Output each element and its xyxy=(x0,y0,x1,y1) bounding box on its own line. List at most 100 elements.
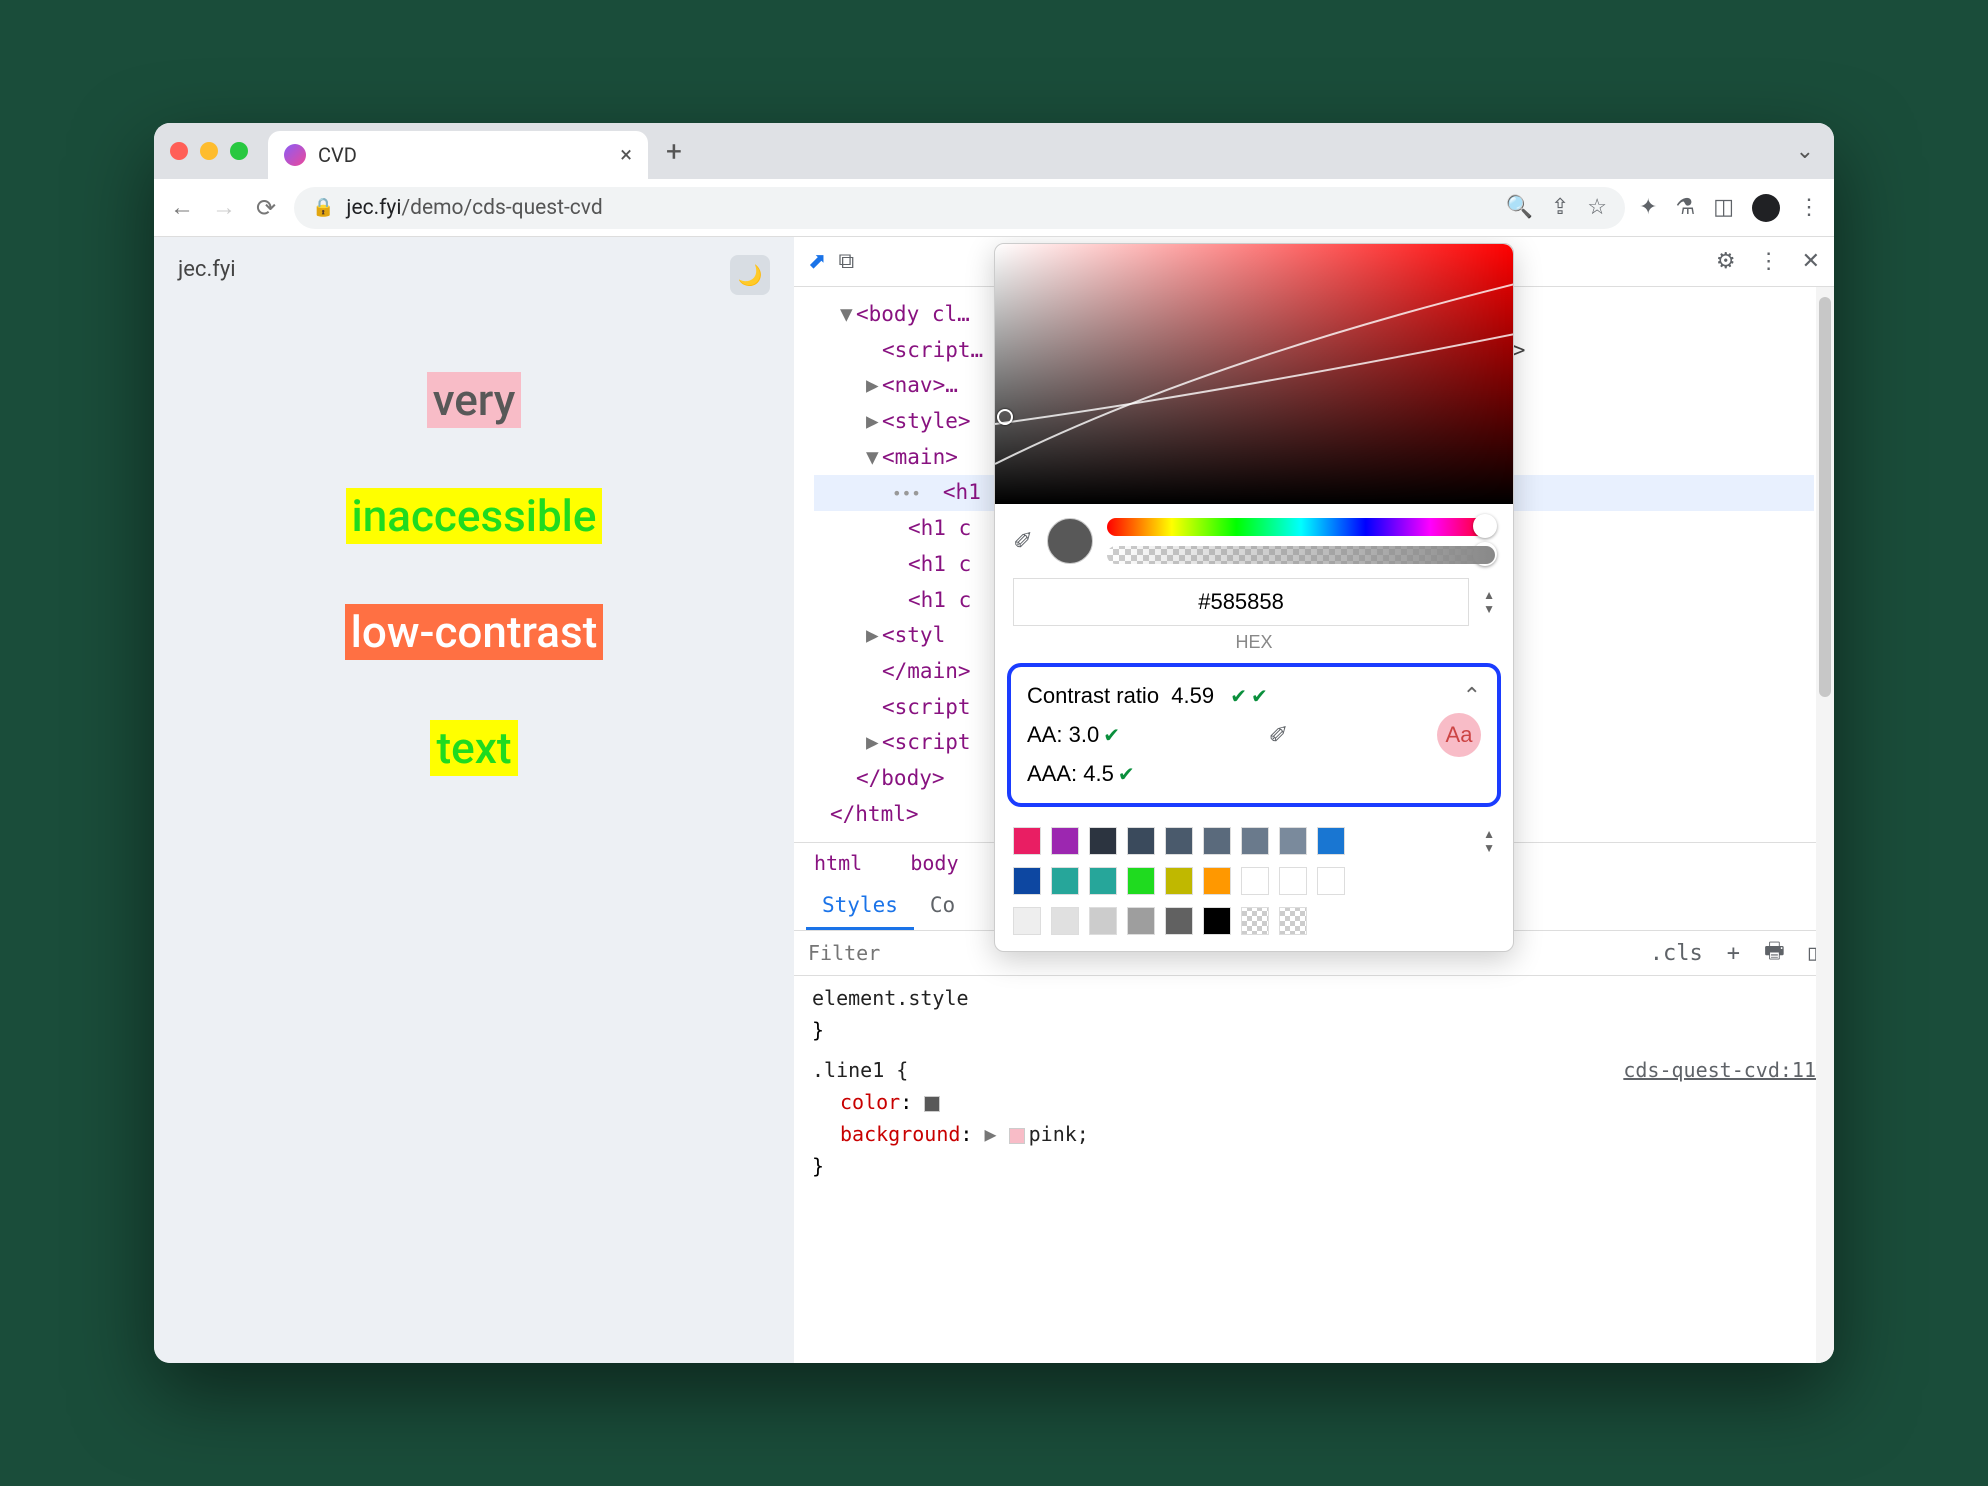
check-icon: ✔ xyxy=(1118,764,1135,786)
contrast-label: Contrast ratio xyxy=(1027,683,1159,708)
omnibox-actions: 🔍 ⇪ ☆ xyxy=(1505,195,1607,220)
palette-row: ▲▼ xyxy=(995,821,1513,861)
palette-swatch[interactable] xyxy=(1279,827,1307,855)
check-icon: ✔ xyxy=(1251,684,1268,709)
color-spectrum[interactable] xyxy=(995,244,1513,504)
palette-swatch[interactable] xyxy=(1051,867,1079,895)
palette-swatch[interactable] xyxy=(1279,867,1307,895)
close-window-button[interactable] xyxy=(170,142,188,160)
browser-menu-icon[interactable]: ⋮ xyxy=(1798,195,1820,220)
reload-button[interactable]: ⟳ xyxy=(252,194,280,222)
labs-icon[interactable]: ⚗ xyxy=(1675,195,1695,220)
zoom-icon[interactable]: 🔍 xyxy=(1505,195,1532,220)
forward-button[interactable]: → xyxy=(210,193,238,222)
style-declaration[interactable]: background: ▶ pink; xyxy=(812,1118,1816,1150)
cls-button[interactable]: .cls xyxy=(1638,941,1715,966)
palette-swatch[interactable] xyxy=(1051,907,1079,935)
rule-source-link[interactable]: cds-quest-cvd:11 xyxy=(1623,1054,1816,1086)
aaa-label: AAA: xyxy=(1027,761,1077,786)
collapse-icon[interactable]: ⌃ xyxy=(1463,683,1481,709)
rule-selector: .line1 { xyxy=(812,1058,908,1082)
spectrum-cursor[interactable] xyxy=(997,409,1013,425)
browser-window: CVD × + ⌄ ← → ⟳ 🔒 jec.fyi/demo/cds-quest… xyxy=(154,123,1834,1363)
hex-label: HEX xyxy=(995,632,1513,653)
palette-swatch[interactable] xyxy=(1317,867,1345,895)
rule-close-brace: } xyxy=(812,1150,1816,1182)
new-style-button[interactable]: + xyxy=(1715,941,1752,966)
eyedropper-icon[interactable]: ✐ xyxy=(1013,527,1033,556)
line2: inaccessible xyxy=(346,488,603,544)
side-panel-icon[interactable]: ◫ xyxy=(1713,195,1734,220)
palette-swatch[interactable] xyxy=(1241,827,1269,855)
device-toggle-icon[interactable]: ⧉ xyxy=(838,249,854,274)
site-title: jec.fyi xyxy=(178,257,770,282)
aa-threshold: 3.0 xyxy=(1069,722,1100,747)
palette-swatch[interactable] xyxy=(1241,867,1269,895)
profile-avatar[interactable] xyxy=(1752,194,1780,222)
palette-swatch[interactable] xyxy=(1165,907,1193,935)
line1: very xyxy=(427,372,522,428)
palette-swatch[interactable] xyxy=(1013,907,1041,935)
extensions-area: ✦ ⚗ ◫ ⋮ xyxy=(1639,194,1820,222)
format-stepper[interactable]: ▲▼ xyxy=(1483,588,1495,616)
palette-swatch[interactable] xyxy=(1127,827,1155,855)
browser-tab[interactable]: CVD × xyxy=(268,131,648,179)
minimize-window-button[interactable] xyxy=(200,142,218,160)
new-tab-button[interactable]: + xyxy=(666,135,682,168)
line4: text xyxy=(430,720,517,776)
palette-swatch[interactable] xyxy=(1241,907,1269,935)
contrast-eyedropper-icon[interactable]: ✐ xyxy=(1268,721,1288,750)
color-palettes: ▲▼ xyxy=(995,821,1513,941)
palette-swatch[interactable] xyxy=(1165,827,1193,855)
crumb-html[interactable]: html xyxy=(814,851,862,875)
palette-swatch[interactable] xyxy=(1051,827,1079,855)
address-bar[interactable]: 🔒 jec.fyi/demo/cds-quest-cvd 🔍 ⇪ ☆ xyxy=(294,187,1625,229)
palette-swatch[interactable] xyxy=(1127,867,1155,895)
url-text: jec.fyi/demo/cds-quest-cvd xyxy=(346,196,602,220)
crumb-body[interactable]: body xyxy=(910,851,958,875)
back-button[interactable]: ← xyxy=(168,193,196,222)
palette-swatch[interactable] xyxy=(1089,827,1117,855)
computed-panel-icon[interactable]: 🖶 xyxy=(1752,934,1797,972)
settings-icon[interactable]: ⚙ xyxy=(1716,249,1736,274)
hex-input[interactable] xyxy=(1013,578,1469,626)
devtools-panel: ⬈ ⧉ ⚙ ⋮ ✕ ▼<body cl…<script…o-js");</scr… xyxy=(794,237,1834,1363)
close-devtools-icon[interactable]: ✕ xyxy=(1802,249,1820,274)
contrast-ratio-box: Contrast ratio 4.59 ✔✔ ⌃ AA: 3.0✔ ✐ Aa A… xyxy=(1007,663,1501,807)
palette-swatch[interactable] xyxy=(1165,867,1193,895)
palette-swatch[interactable] xyxy=(1317,827,1345,855)
demo-text: very inaccessible low-contrast text xyxy=(178,372,770,776)
style-declaration[interactable]: color: xyxy=(812,1086,1816,1118)
share-icon[interactable]: ⇪ xyxy=(1551,195,1569,220)
close-tab-button[interactable]: × xyxy=(620,143,632,168)
theme-toggle-button[interactable]: 🌙 xyxy=(730,255,770,295)
palette-swatch[interactable] xyxy=(1013,827,1041,855)
palette-swatch[interactable] xyxy=(1089,907,1117,935)
kebab-menu-icon[interactable]: ⋮ xyxy=(1758,249,1780,274)
contrast-value: 4.59 xyxy=(1171,683,1214,708)
tab-styles[interactable]: Styles xyxy=(806,883,914,930)
palette-swatch[interactable] xyxy=(1013,867,1041,895)
check-icon: ✔ xyxy=(1103,725,1120,747)
devtools-scrollbar[interactable] xyxy=(1816,287,1834,1363)
palette-stepper[interactable]: ▲▼ xyxy=(1483,827,1495,855)
element-style-selector: element.style xyxy=(812,986,969,1010)
palette-swatch[interactable] xyxy=(1203,907,1231,935)
tabs-dropdown-button[interactable]: ⌄ xyxy=(1796,139,1814,164)
palette-swatch[interactable] xyxy=(1127,907,1155,935)
maximize-window-button[interactable] xyxy=(230,142,248,160)
palette-swatch[interactable] xyxy=(1279,907,1307,935)
palette-swatch[interactable] xyxy=(1089,867,1117,895)
extensions-icon[interactable]: ✦ xyxy=(1639,195,1657,220)
palette-swatch[interactable] xyxy=(1203,867,1231,895)
content-area: jec.fyi 🌙 very inaccessible low-contrast… xyxy=(154,237,1834,1363)
hue-slider[interactable] xyxy=(1107,518,1495,536)
palette-swatch[interactable] xyxy=(1203,827,1231,855)
rule-close-brace: } xyxy=(812,1014,1816,1046)
tab-bar: CVD × + ⌄ xyxy=(154,123,1834,179)
styles-rules[interactable]: element.style } cds-quest-cvd:11 .line1 … xyxy=(794,976,1834,1188)
alpha-slider[interactable] xyxy=(1107,546,1495,564)
tab-computed[interactable]: Co xyxy=(914,883,971,930)
inspect-element-icon[interactable]: ⬈ xyxy=(808,249,826,274)
bookmark-icon[interactable]: ☆ xyxy=(1587,195,1607,220)
